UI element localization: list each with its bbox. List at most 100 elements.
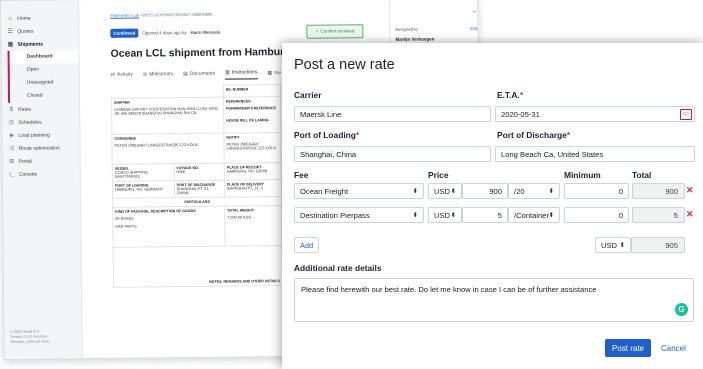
sidebar-item-label: Rates bbox=[18, 106, 32, 113]
tab-instructions[interactable]: ▥ Instructions bbox=[225, 69, 258, 80]
breadcrumb-link[interactable]: Shipments / Lub bbox=[110, 13, 139, 18]
price-input[interactable]: 5 bbox=[462, 207, 508, 223]
unit-value: /20 bbox=[514, 186, 525, 196]
port-of-discharge-input[interactable]: Long Beach Ca, United States bbox=[495, 146, 695, 162]
select-arrows-icon: ⬍ bbox=[619, 242, 625, 249]
minimum-column-header: Minimum bbox=[564, 170, 601, 180]
remove-fee-icon[interactable]: ✕ bbox=[686, 186, 694, 195]
bill-of-lading: B/L NUMBER SHIPPER CHINESE EXPORT COOPERA… bbox=[111, 84, 284, 356]
remove-fee-icon[interactable]: ✕ bbox=[686, 210, 694, 219]
select-arrows-icon: ⬍ bbox=[548, 188, 554, 195]
sum-currency-value: USD bbox=[601, 240, 618, 250]
milestone-icon: ◎ bbox=[142, 70, 148, 78]
quote-icon: ☰ bbox=[7, 28, 14, 35]
sidebar-item-quotes[interactable]: ☰ Quotes bbox=[1, 24, 78, 38]
currency-select[interactable]: USD ⬍ bbox=[428, 207, 462, 223]
currency-select[interactable]: USD ⬍ bbox=[428, 183, 462, 199]
price-column-header: Price bbox=[428, 170, 449, 180]
tab-milestones[interactable]: ◎ Milestones bbox=[143, 70, 173, 80]
sidebar-item-schedules[interactable]: ◷ Schedules bbox=[2, 115, 79, 129]
pod-label-text: Port of Discharge bbox=[497, 130, 567, 140]
assigned-to-label: Assigned to bbox=[395, 26, 418, 32]
home-icon: ⌂ bbox=[8, 15, 13, 22]
post-rate-button[interactable]: Post rate bbox=[605, 339, 651, 357]
tab-bar: ⇄ Activity ◎ Milestones ▤ Documents ▥ Instru… bbox=[111, 69, 281, 81]
pod-value: SHANGHAI PT, 31, CHINA bbox=[176, 186, 210, 196]
sidebar-item-portal[interactable]: ⧉ Portal bbox=[3, 154, 80, 168]
sidebar-item-rates[interactable]: $ Rates bbox=[2, 102, 79, 116]
details-label: Additional rate details bbox=[294, 263, 382, 273]
minimum-input[interactable]: 0 bbox=[564, 183, 629, 199]
eta-input[interactable]: 2020-05-31 ▭ bbox=[495, 106, 695, 122]
console-icon: ›_ bbox=[9, 171, 15, 178]
unit-value: /Container bbox=[514, 210, 550, 220]
opened-text: Opened 4 days ago by bbox=[142, 30, 187, 36]
weight-value: 7,500.60 KGS bbox=[227, 215, 252, 220]
assigned-name: Martijn Verhoegen bbox=[395, 36, 435, 42]
package-value: 20 BOXES bbox=[115, 216, 134, 221]
sidebar-subitem-open[interactable]: Open bbox=[7, 63, 79, 77]
collapse-panel-icon[interactable]: ⇥ bbox=[472, 9, 476, 15]
shipper-value: CHINESE EXPORT COOPERATION NAN JING LU B… bbox=[114, 106, 218, 116]
fee-select[interactable]: Destination Pierpass ⬍ bbox=[294, 207, 424, 223]
fee-select[interactable]: Ocean Freight ⬍ bbox=[294, 183, 424, 199]
sidebar-item-shipments[interactable]: ▣ Shipments bbox=[1, 37, 78, 51]
assigned-edit-link[interactable]: Edit bbox=[470, 26, 477, 31]
receipt-value: HAMBURG, HH, GERM bbox=[226, 169, 268, 174]
consignee-label: CONSIGNEE bbox=[114, 136, 137, 141]
house-bl-label: HOUSE BILL OF LADING bbox=[226, 118, 269, 123]
price-input[interactable]: 900 bbox=[462, 183, 508, 199]
sidebar-subitem-unassigned[interactable]: Unassigned bbox=[7, 76, 79, 90]
screen: ⌂ Home ☰ Quotes ▣ Shipments Dashboard Open … bbox=[0, 0, 703, 369]
fee-value: Ocean Freight bbox=[300, 186, 349, 196]
calendar-icon[interactable]: ▭ bbox=[680, 109, 692, 120]
eta-label: E.T.A.* bbox=[497, 90, 523, 100]
tab-label: Activity bbox=[116, 71, 133, 78]
required-marker: * bbox=[355, 130, 360, 140]
delivery-value: SHANGHAI PT, 31, C bbox=[226, 186, 264, 191]
grammarly-icon[interactable]: G bbox=[675, 303, 688, 316]
sidebar-item-route-optimization[interactable]: ⤨ Route optimization bbox=[2, 141, 79, 155]
tab-label: Documents bbox=[189, 70, 216, 77]
carrier-input[interactable]: Maersk Line bbox=[294, 106, 491, 122]
minimum-input[interactable]: 0 bbox=[564, 207, 629, 223]
references-label: REFERENCES bbox=[225, 99, 251, 104]
sidebar-item-console[interactable]: ›_ Console bbox=[3, 167, 80, 181]
route-icon: ⤨ bbox=[9, 145, 14, 152]
shipper-label: SHIPPER bbox=[114, 100, 130, 105]
tab-invoices[interactable]: ▦ Inv bbox=[267, 69, 281, 79]
sidebar-item-load-planning[interactable]: ◈ Load planning bbox=[2, 128, 79, 142]
cube-icon: ◈ bbox=[9, 132, 14, 139]
sum-total-output: 905 bbox=[631, 237, 685, 253]
total-output: 900 bbox=[632, 183, 685, 199]
rate-details-textarea[interactable]: Please find herewith our best rate. Do l… bbox=[294, 278, 694, 322]
sidebar-item-label: Shipments bbox=[17, 41, 44, 48]
cancel-button[interactable]: Cancel bbox=[661, 339, 686, 357]
portal-icon: ⧉ bbox=[9, 158, 14, 165]
tab-activity[interactable]: ⇄ Activity bbox=[111, 71, 133, 81]
pod-label: Port of Discharge* bbox=[497, 130, 570, 140]
sum-currency-select[interactable]: USD ⬍ bbox=[595, 237, 631, 253]
confirm-received-label: Confirm received bbox=[320, 28, 355, 34]
tab-label: Milestones bbox=[149, 70, 174, 77]
unit-select[interactable]: /20 ⬍ bbox=[508, 183, 560, 199]
voyage-value: 006E bbox=[176, 170, 186, 175]
sidebar-item-home[interactable]: ⌂ Home bbox=[1, 11, 78, 25]
port-of-loading-input[interactable]: Shanghai, China bbox=[294, 146, 491, 162]
opened-by: Harm Wessels bbox=[190, 29, 221, 36]
clock-icon: ◷ bbox=[8, 119, 14, 126]
sidebar-subitem-dashboard[interactable]: Dashboard bbox=[7, 50, 79, 64]
box-icon: ▣ bbox=[7, 41, 14, 48]
tab-documents[interactable]: ▤ Documents bbox=[183, 70, 215, 80]
vessel-value: COSCO SHIPPING SAGITTARIUS bbox=[114, 170, 148, 179]
consignee-value: PETER ZWEGART LANGESTRASSE 123 KÖLN bbox=[114, 142, 198, 148]
sidebar-subitem-closed[interactable]: Closed bbox=[7, 89, 80, 103]
dialog-title: Post a new rate bbox=[294, 57, 395, 73]
unit-select[interactable]: /Container ⬍ bbox=[508, 207, 560, 223]
fee-column-header: Fee bbox=[294, 170, 309, 180]
sidebar-item-label: Route optimization bbox=[18, 144, 61, 152]
goods-value: CAR PARTS bbox=[115, 224, 137, 229]
confirm-received-button[interactable]: ✓ Confirm received bbox=[306, 24, 364, 39]
add-fee-button[interactable]: Add bbox=[294, 237, 320, 253]
weight-label: TOTAL WEIGHT bbox=[227, 208, 255, 213]
